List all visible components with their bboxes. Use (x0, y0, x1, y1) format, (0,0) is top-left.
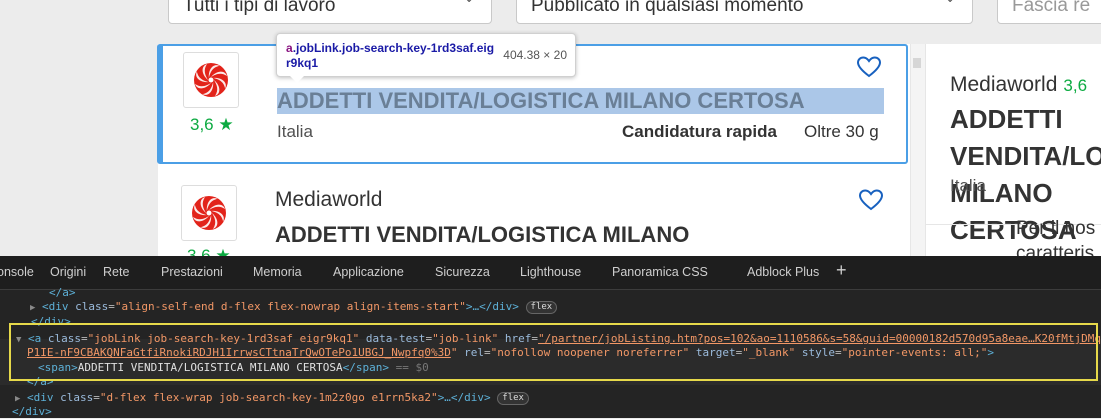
tab-performance[interactable]: Prestazioni (161, 265, 223, 279)
detail-company: Mediaworld 3,6 (950, 73, 1088, 96)
mediaworld-logo-icon (192, 196, 226, 230)
detail-location: Italia (950, 176, 986, 195)
job-list-scrollbar[interactable] (910, 44, 925, 256)
tab-sources[interactable]: Origini (50, 265, 86, 279)
devtools-panel: Console Origini Rete Prestazioni Memoria… (0, 256, 1101, 418)
dom-line[interactable]: </div> (12, 405, 52, 419)
chevron-down-icon: ⌄ (463, 0, 475, 6)
inspector-selector: a.jobLink.job-search-key-1rd3saf.eigr9kq… (286, 41, 495, 70)
inspector-dimensions: 404.38 × 20 (503, 48, 567, 62)
tab-network[interactable]: Rete (103, 265, 129, 279)
add-tab-icon[interactable]: + (836, 260, 847, 281)
tab-security[interactable]: Sicurezza (435, 265, 490, 279)
flex-badge[interactable]: flex (525, 301, 558, 314)
job-age: Oltre 30 g (804, 122, 879, 141)
job-detail-pane: Mediaworld3,6 ADDETTI VENDITA/LOGISTICA … (925, 44, 1101, 256)
tooltip-arrow (290, 76, 304, 83)
dom-line[interactable]: </a> (49, 286, 76, 300)
devtools-tabbar: Console Origini Rete Prestazioni Memoria… (0, 256, 1101, 290)
company-name: Mediaworld (275, 188, 383, 211)
inspector-tooltip: a.jobLink.job-search-key-1rd3saf.eigr9kq… (276, 33, 576, 77)
scrollbar-thumb[interactable] (913, 58, 921, 68)
posted-date-filter[interactable]: Pubblicato in qualsiasi momento ⌄ (516, 0, 973, 24)
dom-line[interactable]: ▶ <div class="d-flex flex-wrap job-searc… (15, 391, 529, 406)
salary-filter[interactable]: Fascia re (997, 0, 1101, 24)
tab-css-overview[interactable]: Panoramica CSS (612, 265, 708, 279)
job-title-text[interactable]: ADDETTI VENDITA/LOGISTICA MILANO CERTOSA (277, 88, 884, 114)
detail-description: Per il nos caratteris (1016, 218, 1096, 256)
mediaworld-logo-icon (194, 63, 228, 97)
company-rating: 3,6 ★ (190, 115, 234, 134)
flex-badge[interactable]: flex (497, 392, 529, 405)
tab-memory[interactable]: Memoria (253, 265, 302, 279)
job-title-link[interactable]: ADDETTI VENDITA/LOGISTICA MILANO (275, 222, 689, 248)
posted-date-filter-label: Pubblicato in qualsiasi momento (531, 0, 804, 16)
dom-line[interactable]: ▶ <div class="align-self-end d-flex flex… (30, 300, 558, 315)
heart-icon[interactable] (856, 55, 882, 79)
tab-console[interactable]: Console (0, 265, 34, 279)
chevron-down-icon: ⌄ (944, 0, 956, 6)
tab-adblock-plus[interactable]: Adblock Plus (747, 265, 819, 279)
company-logo (181, 185, 237, 241)
heart-icon[interactable] (858, 188, 884, 212)
job-type-filter[interactable]: Tutti i tipi di lavoro ⌄ (168, 0, 492, 24)
salary-filter-label: Fascia re (1012, 0, 1091, 16)
job-title-link[interactable]: ADDETTI VENDITA/LOGISTICA MILANO CERTOSA (277, 88, 884, 114)
job-location: Italia (277, 122, 313, 141)
easy-apply-label: Candidatura rapida (622, 122, 777, 141)
tab-lighthouse[interactable]: Lighthouse (520, 265, 581, 279)
job-type-filter-label: Tutti i tipi di lavoro (183, 0, 336, 16)
detail-rating: 3,6 (1063, 76, 1088, 95)
company-logo (183, 52, 239, 108)
selection-outline (9, 323, 1098, 381)
tab-application[interactable]: Applicazione (333, 265, 404, 279)
